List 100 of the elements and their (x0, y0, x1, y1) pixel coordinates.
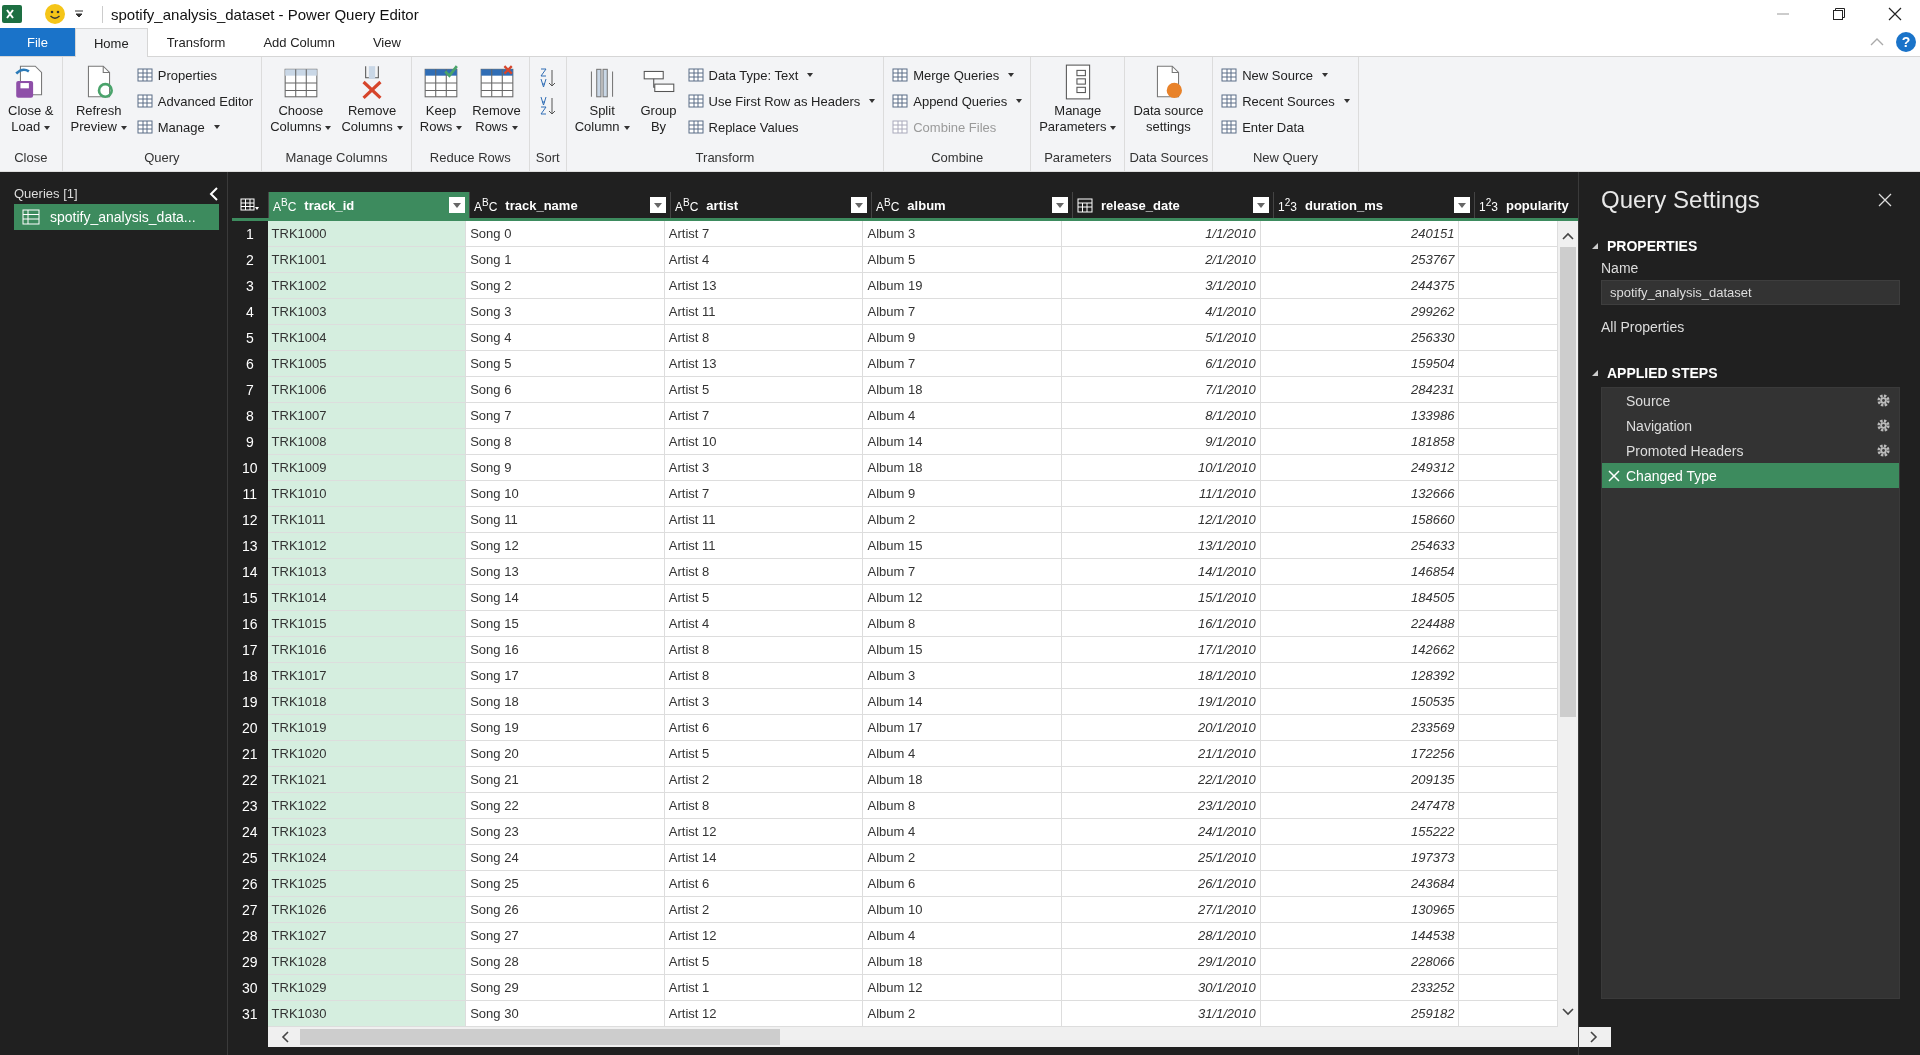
query-item[interactable]: spotify_analysis_data... (14, 204, 219, 230)
filter-dropdown-button[interactable] (851, 197, 867, 213)
scrollbar-thumb[interactable] (300, 1029, 780, 1045)
table-cell: Song 23 (466, 819, 665, 845)
ribbon-button[interactable]: Use First Row as Headers (683, 89, 880, 113)
table-cell: TRK1001 (267, 247, 467, 273)
ribbon-button[interactable]: Merge Queries (888, 63, 1027, 87)
filter-dropdown-button[interactable] (1253, 197, 1269, 213)
table-cell: 233569 (1260, 715, 1460, 741)
table-cell: TRK1021 (267, 767, 467, 793)
table-cell: Album 12 (863, 975, 1063, 1001)
ribbon-button[interactable]: New Source (1217, 63, 1354, 87)
table-cell: Album 7 (863, 559, 1063, 585)
scroll-left-icon[interactable] (280, 1030, 290, 1044)
help-button[interactable]: ? (1896, 32, 1916, 52)
ribbon-button[interactable]: Remove Rows (468, 61, 525, 147)
type-badge[interactable]: A$^{B}$C (876, 196, 900, 214)
applied-step[interactable]: Navigation (1602, 413, 1899, 438)
ribbon-button[interactable]: Group By (635, 61, 682, 147)
column-header[interactable]: A$^{B}$C track_name (469, 192, 670, 218)
column-header[interactable]: release_date (1072, 192, 1273, 218)
name-input-field[interactable]: spotify_analysis_dataset (1601, 280, 1900, 305)
table-cell: 1/1/2010 (1062, 221, 1261, 247)
table-cell: Song 3 (466, 299, 665, 325)
row-number: 23 (241, 797, 259, 816)
ribbon-button[interactable]: Split Column (570, 61, 634, 147)
table-cell: Artist 5 (664, 741, 864, 767)
row-number: 20 (241, 719, 259, 738)
column-header[interactable]: 1$^{2}$3 duration_ms (1273, 192, 1474, 218)
filter-dropdown-button[interactable] (1052, 197, 1068, 213)
table-icon (1221, 67, 1238, 83)
ribbon-button[interactable]: Data Type: Text (683, 63, 880, 87)
ribbon-button[interactable]: Manage Parameters (1035, 61, 1121, 147)
scroll-down-icon[interactable] (1561, 1007, 1576, 1017)
type-badge[interactable]: 1$^{2}$3 (1479, 196, 1498, 214)
ribbon-tab[interactable]: Home (74, 28, 148, 57)
table-cell: TRK1004 (267, 325, 467, 351)
row-number: 10 (241, 459, 259, 478)
ribbon-tab[interactable]: File (0, 28, 75, 56)
applied-step[interactable]: Source (1602, 388, 1899, 413)
table-cell: Album 14 (863, 689, 1063, 715)
type-badge[interactable]: 1$^{2}$3 (1278, 196, 1297, 214)
table-cell: Artist 2 (664, 767, 864, 793)
column-header[interactable]: A$^{B}$C track_id (268, 192, 469, 218)
table-cell: 28/1/2010 (1062, 923, 1261, 949)
collapse-chevron-icon[interactable] (209, 186, 219, 201)
customize-caret-icon[interactable] (74, 9, 84, 19)
ribbon-button[interactable]: Append Queries (888, 89, 1027, 113)
ribbon-button[interactable]: Properties (132, 63, 258, 87)
type-badge[interactable]: A$^{B}$C (675, 196, 699, 214)
table-cell: TRK1028 (267, 949, 467, 975)
ribbon-button[interactable]: Recent Sources (1217, 89, 1354, 113)
row-number: 3 (244, 277, 255, 296)
all-properties-link[interactable]: All Properties (1601, 319, 1900, 335)
expanded-triangle-icon[interactable] (1591, 369, 1599, 377)
filter-dropdown-button[interactable] (650, 197, 666, 213)
table-menu-icon (240, 198, 260, 212)
table-cell: Song 19 (466, 715, 665, 741)
table-cell: TRK1002 (267, 273, 467, 299)
column-header[interactable]: A$^{B}$C artist (670, 192, 871, 218)
table-cell: 228066 (1260, 949, 1460, 975)
ribbon-button[interactable]: Data source settings (1129, 61, 1208, 147)
sort-descending-icon[interactable] (537, 95, 558, 117)
table-cell: TRK1011 (267, 507, 467, 533)
sort-ascending-icon[interactable] (537, 67, 558, 89)
ribbon-button[interactable]: Choose Columns (266, 61, 336, 147)
expanded-triangle-icon[interactable] (1591, 242, 1599, 250)
table-cell: 4/1/2010 (1062, 299, 1261, 325)
type-badge[interactable]: A$^{B}$C (273, 196, 297, 214)
table-cell: Album 6 (863, 871, 1063, 897)
table-cell: 7/1/2010 (1062, 377, 1261, 403)
table-cell: Artist 11 (664, 533, 864, 559)
table-cell: 29/1/2010 (1062, 949, 1261, 975)
table-cell: Song 13 (466, 559, 665, 585)
filter-dropdown-button[interactable] (449, 197, 465, 213)
column-header[interactable]: 1$^{2}$3 popularity (1474, 192, 1574, 218)
table-icon (1221, 119, 1238, 135)
row-number: 27 (241, 901, 259, 920)
ribbon-button[interactable]: Replace Values (683, 115, 880, 139)
close-icon[interactable] (1888, 7, 1902, 21)
type-badge[interactable]: A$^{B}$C (474, 196, 498, 214)
ribbon-button[interactable]: Remove Columns (337, 61, 407, 147)
applied-step[interactable]: Changed Type (1602, 463, 1899, 488)
smiley-icon[interactable] (44, 3, 66, 25)
table-cell: 12/1/2010 (1062, 507, 1261, 533)
scroll-right-icon[interactable] (1589, 1030, 1599, 1044)
ribbon-button[interactable]: Keep Rows (415, 61, 467, 147)
ribbon-button[interactable]: Enter Data (1217, 115, 1354, 139)
delete-step-icon[interactable] (1608, 469, 1620, 482)
scroll-up-icon[interactable] (1561, 231, 1576, 241)
ribbon-button[interactable]: Manage (132, 115, 258, 139)
ribbon-button[interactable]: Refresh Preview (66, 61, 131, 147)
table-cell: Song 0 (466, 221, 665, 247)
restore-icon[interactable] (1832, 7, 1846, 21)
scrollbar-thumb[interactable] (1560, 247, 1577, 717)
applied-step[interactable]: Promoted Headers (1602, 438, 1899, 463)
ribbon-button[interactable]: Advanced Editor (132, 89, 258, 113)
filter-dropdown-button[interactable] (1454, 197, 1470, 213)
ribbon-button[interactable]: Close & Load (4, 61, 58, 147)
column-header[interactable]: A$^{B}$C album (871, 192, 1072, 218)
